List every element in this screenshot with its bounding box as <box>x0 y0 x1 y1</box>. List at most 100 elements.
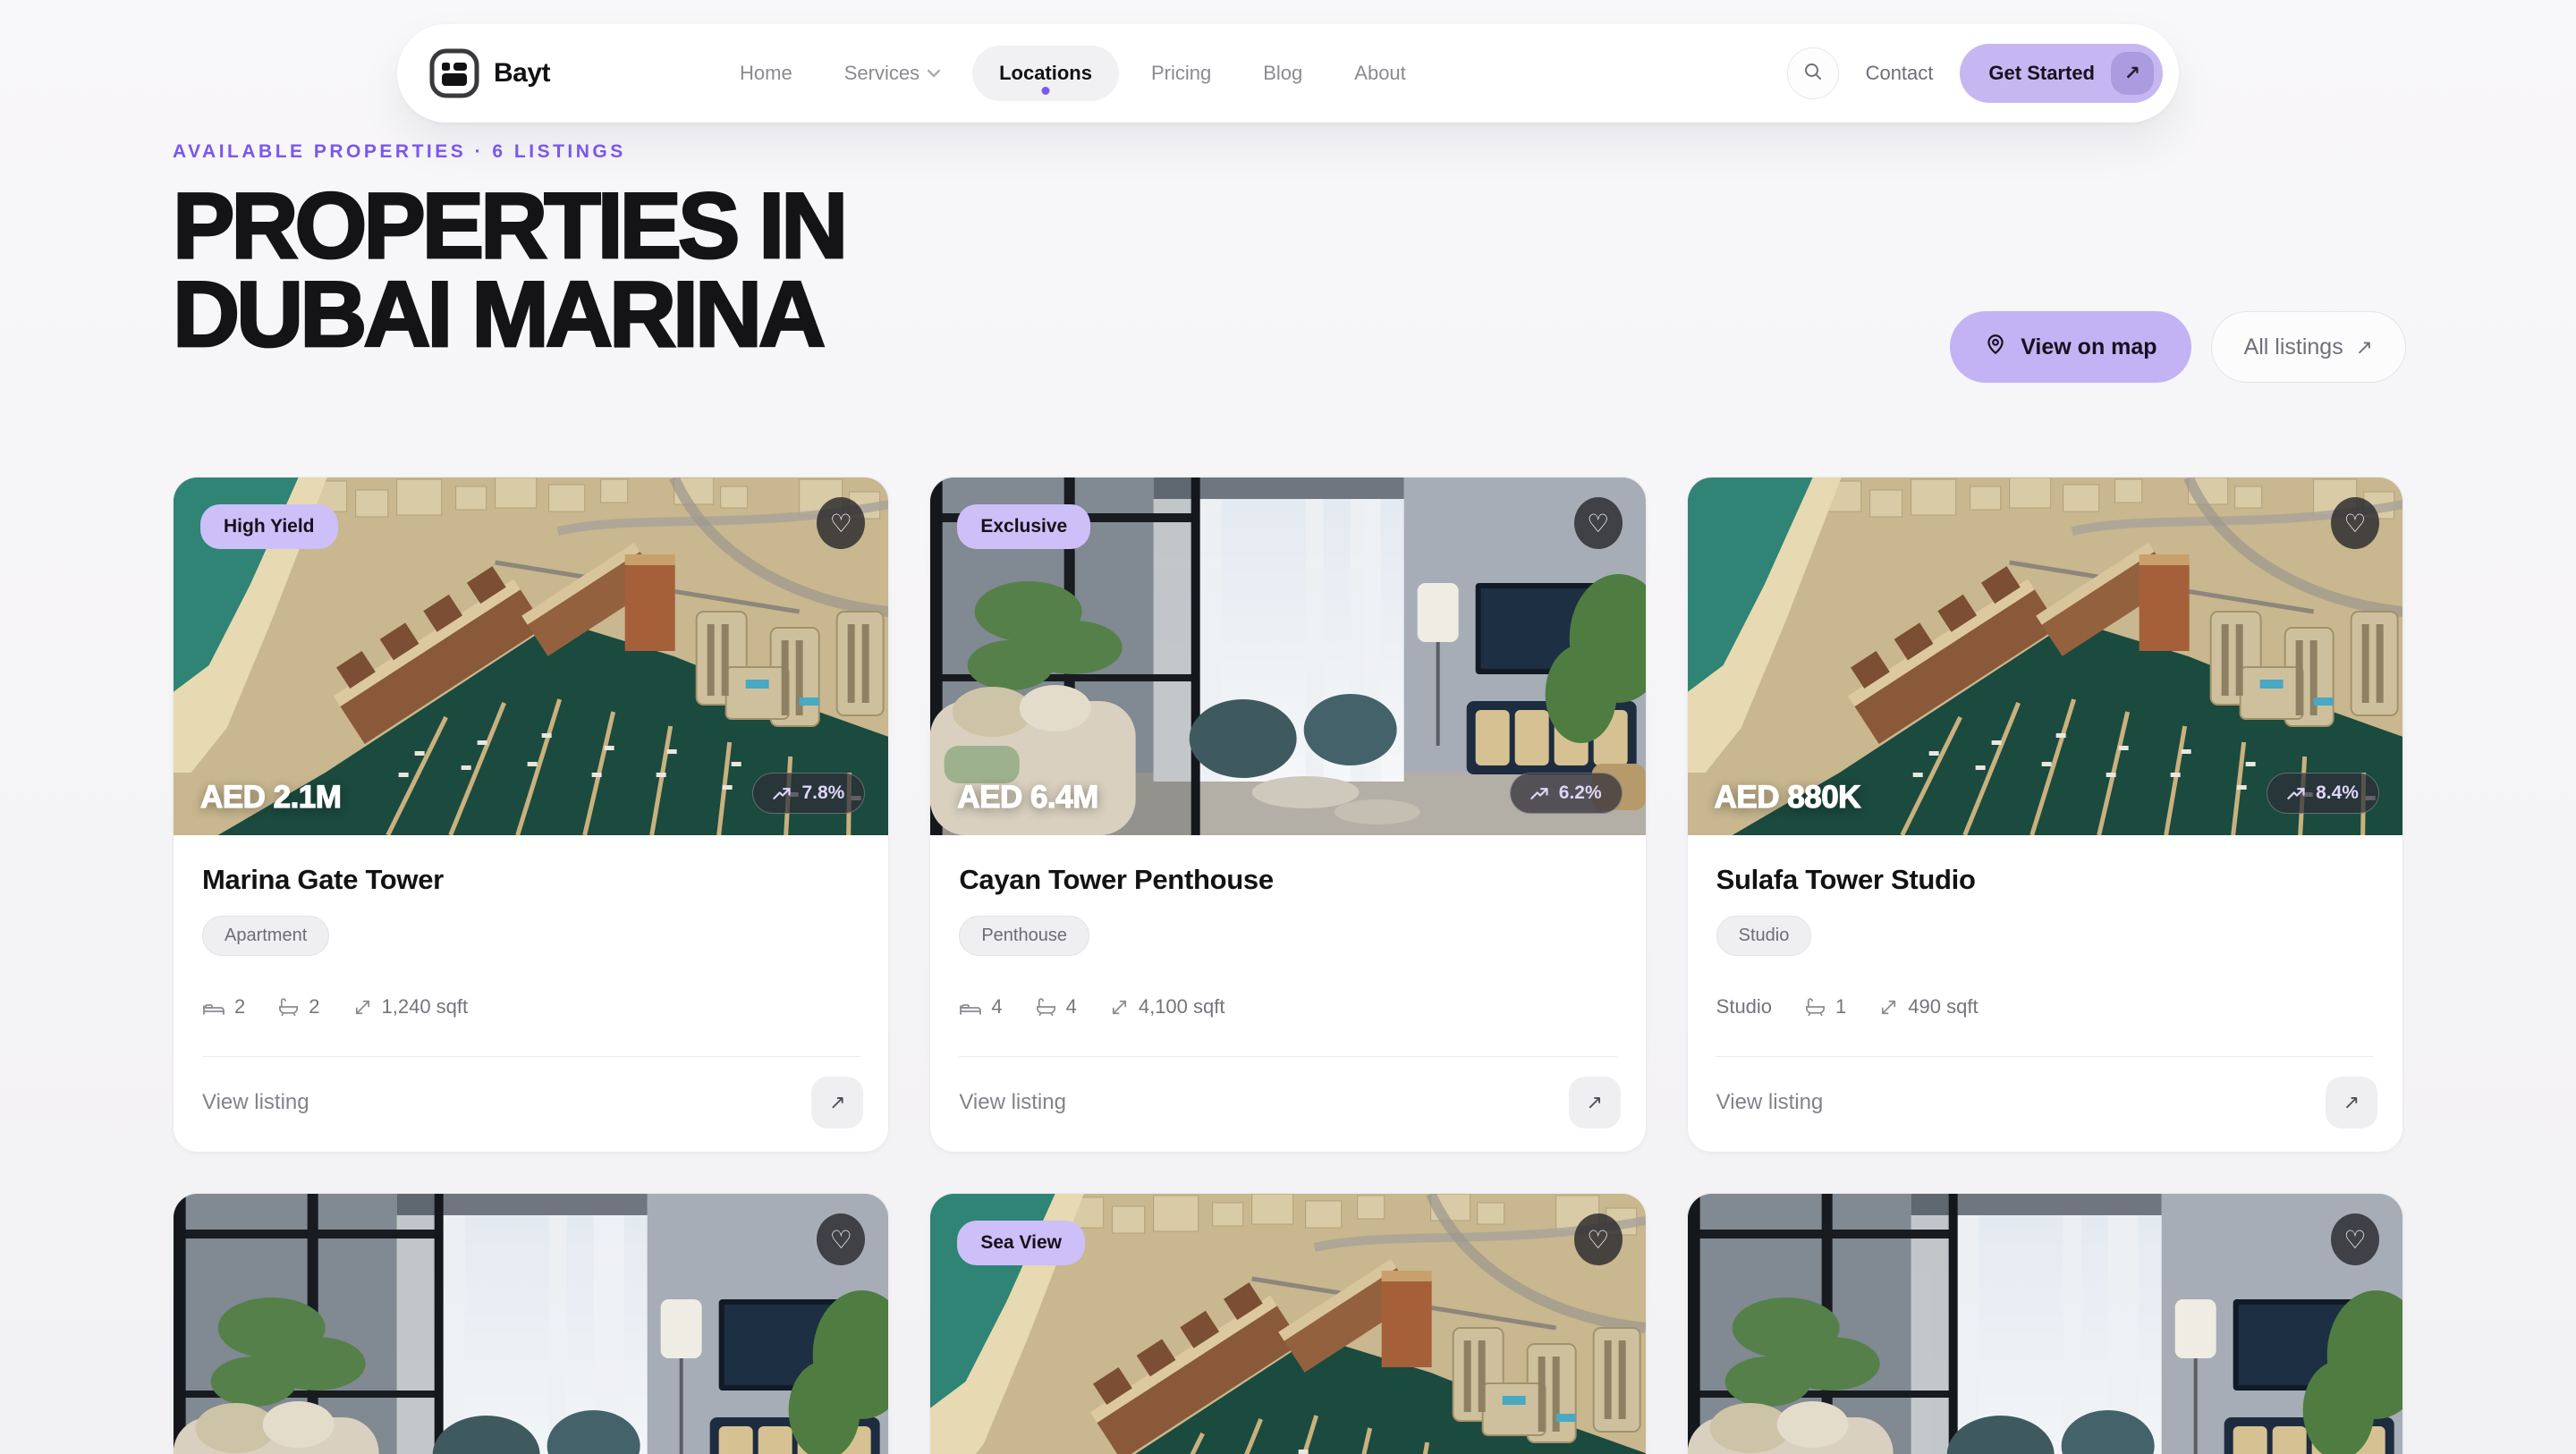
yield-badge: 6.2% <box>1510 773 1623 814</box>
top-navbar: Bayt Home Services Locations Pricing Blog Abo… <box>397 24 2179 123</box>
price-label: AED 6.4M <box>957 780 1097 816</box>
all-listings-label: All listings <box>2244 334 2343 360</box>
property-title: Sulafa Tower Studio <box>1716 864 2374 896</box>
property-card: ♡ <box>1687 1193 2403 1454</box>
view-on-map-label: View on map <box>2021 334 2157 360</box>
photo-badge: Sea View <box>957 1221 1085 1265</box>
bed-icon <box>959 996 982 1018</box>
nav-link-label: Locations <box>999 62 1092 85</box>
heart-icon: ♡ <box>1587 509 1609 538</box>
card-body: Marina Gate Tower Apartment 2 2 1,240 sqft <box>174 835 888 1057</box>
card-photo: Sea View ♡ <box>930 1194 1645 1454</box>
stat-text: Studio <box>1716 995 1772 1019</box>
card-photo: ♡ <box>1688 1194 2402 1454</box>
stat-bed: 4 <box>959 995 1002 1019</box>
card-photo: ♡ AED 880K 8.4% <box>1688 478 2402 835</box>
nav-link-label: About <box>1354 62 1406 85</box>
favorite-button[interactable]: ♡ <box>2331 1213 2379 1265</box>
card-body: Sulafa Tower Studio Studio Studio 1 490 sq… <box>1688 835 2402 1057</box>
card-footer: View listing ↗ <box>174 1057 888 1152</box>
nav-link-home[interactable]: Home <box>720 46 812 101</box>
view-listing-link[interactable]: View listing <box>202 1090 309 1115</box>
get-started-label: Get Started <box>1988 62 2095 85</box>
size-icon <box>1109 997 1130 1018</box>
stat-value: 4 <box>1066 995 1077 1019</box>
view-listing-link[interactable]: View listing <box>1716 1090 1824 1115</box>
favorite-button[interactable]: ♡ <box>2331 497 2379 549</box>
stat-bed: 2 <box>202 995 245 1019</box>
bed-icon <box>202 996 225 1018</box>
property-type-tag: Penthouse <box>959 916 1089 956</box>
nav-link-pricing[interactable]: Pricing <box>1131 46 1231 101</box>
card-photo: ♡ <box>174 1194 888 1454</box>
open-listing-button[interactable]: ↗ <box>1569 1077 1621 1129</box>
property-card: ♡ AED 880K 8.4% Sulafa Tower Studio Stud… <box>1687 477 2403 1153</box>
bath-icon <box>277 996 300 1018</box>
arrow-up-right-icon: ↗ <box>829 1091 845 1114</box>
get-started-button[interactable]: Get Started ↗ <box>1960 44 2163 103</box>
open-listing-button[interactable]: ↗ <box>811 1077 863 1129</box>
heart-icon: ♡ <box>1587 1225 1609 1255</box>
search-button[interactable] <box>1787 47 1839 99</box>
yield-badge: 7.8% <box>752 773 865 814</box>
stat-value: 1,240 sqft <box>382 995 469 1019</box>
nav-link-services[interactable]: Services <box>825 46 960 101</box>
favorite-button[interactable]: ♡ <box>817 497 865 549</box>
nav-link-label: Home <box>740 62 792 85</box>
listings-eyebrow: AVAILABLE PROPERTIES · 6 LISTINGS <box>173 141 844 163</box>
stat-value: 490 sqft <box>1908 995 1978 1019</box>
favorite-button[interactable]: ♡ <box>817 1213 865 1265</box>
nav-right: Contact Get Started ↗ <box>1787 44 2163 103</box>
brand-logo[interactable]: Bayt <box>429 48 550 98</box>
price-label: AED 880K <box>1715 780 1860 816</box>
nav-link-about[interactable]: About <box>1335 46 1426 101</box>
active-tab-dot <box>1042 87 1050 95</box>
nav-link-label: Services <box>844 62 919 85</box>
heart-icon: ♡ <box>830 1225 852 1255</box>
nav-link-label: Blog <box>1263 62 1302 85</box>
chevron-down-icon <box>928 69 940 78</box>
heart-icon: ♡ <box>2343 509 2366 538</box>
property-title: Cayan Tower Penthouse <box>959 864 1616 896</box>
stat-value: Studio <box>1716 995 1772 1019</box>
card-photo: Exclusive ♡ AED 6.4M 6.2% <box>930 478 1645 835</box>
bath-icon <box>1804 996 1826 1018</box>
nav-link-blog[interactable]: Blog <box>1243 46 1322 101</box>
nav-link-locations[interactable]: Locations <box>972 46 1119 101</box>
card-photo: High Yield ♡ AED 2.1M 7.8% <box>174 478 888 835</box>
stat-value: 4 <box>991 995 1002 1019</box>
favorite-button[interactable]: ♡ <box>1574 497 1623 549</box>
property-type-tag: Apartment <box>202 916 329 956</box>
arrow-up-right-icon: ↗ <box>1586 1091 1602 1114</box>
arrow-up-right-icon: ↗ <box>2343 1091 2360 1114</box>
view-on-map-button[interactable]: View on map <box>1950 311 2190 383</box>
card-footer: View listing ↗ <box>1688 1057 2402 1152</box>
property-stats: Studio 1 490 sqft <box>1716 995 2374 1019</box>
open-listing-button[interactable]: ↗ <box>2326 1077 2377 1129</box>
stat-value: 1 <box>1835 995 1846 1019</box>
trending-up-icon <box>773 787 792 800</box>
price-label: AED 2.1M <box>200 780 341 816</box>
brand-name: Bayt <box>494 58 550 89</box>
stat-bath: 4 <box>1035 995 1077 1019</box>
photo-badge: High Yield <box>200 504 338 549</box>
favorite-button[interactable]: ♡ <box>1574 1213 1623 1265</box>
nav-link-contact[interactable]: Contact <box>1866 62 1934 85</box>
stat-bath: 2 <box>277 995 319 1019</box>
property-card: Exclusive ♡ AED 6.4M 6.2% Cayan Tower Pe… <box>929 477 1646 1153</box>
property-stats: 4 4 4,100 sqft <box>959 995 1616 1019</box>
bath-icon <box>1035 996 1057 1018</box>
nav-link-label: Pricing <box>1151 62 1211 85</box>
property-title: Marina Gate Tower <box>202 864 860 896</box>
property-card: High Yield ♡ AED 2.1M 7.8% Marina Gate T… <box>173 477 889 1153</box>
all-listings-button[interactable]: All listings ↗ <box>2211 311 2406 383</box>
stat-size: 4,100 sqft <box>1109 995 1225 1019</box>
view-listing-link[interactable]: View listing <box>959 1090 1066 1115</box>
nav-links: Home Services Locations Pricing Blog About <box>720 46 1426 101</box>
heart-icon: ♡ <box>830 509 852 538</box>
property-card: ♡ <box>173 1193 889 1454</box>
page-title-line2: DUBAI MARINA <box>173 263 822 367</box>
search-icon <box>1802 61 1824 87</box>
page-title: PROPERTIES IN DUBAI MARINA <box>173 182 844 359</box>
card-body: Cayan Tower Penthouse Penthouse 4 4 4,100 … <box>930 835 1645 1057</box>
